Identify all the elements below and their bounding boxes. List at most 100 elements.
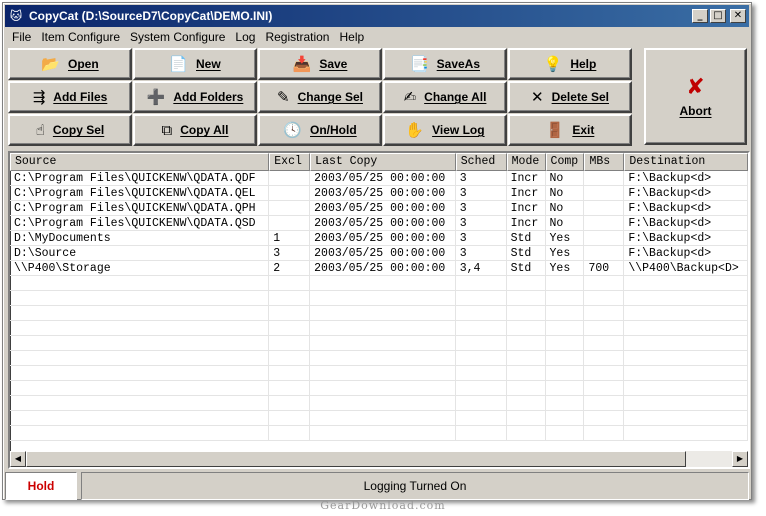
column-header-mode[interactable]: Mode xyxy=(506,153,546,171)
cell-last-copy: 2003/05/25 00:00:00 xyxy=(310,186,456,200)
copy-all-button[interactable]: ⧉ Copy All xyxy=(133,114,257,146)
column-header-comp[interactable]: Comp xyxy=(545,153,585,171)
cell-mode xyxy=(507,396,546,410)
scrollbar-thumb[interactable] xyxy=(26,451,686,467)
cell-excl xyxy=(269,366,311,380)
copy-sel-button[interactable]: ☝ Copy Sel xyxy=(8,114,132,146)
table-row xyxy=(10,276,748,291)
cell-destination: F:\Backup<d> xyxy=(624,201,748,215)
menu-file[interactable]: File xyxy=(7,30,36,44)
cell-destination xyxy=(624,276,748,290)
hand-icon: ✋ xyxy=(405,121,425,139)
open-button[interactable]: 📂 Open xyxy=(8,48,132,80)
menu-registration[interactable]: Registration xyxy=(260,30,334,44)
cell-excl xyxy=(269,216,311,230)
exit-door-icon: 🚪 xyxy=(545,121,565,139)
cell-last-copy xyxy=(310,381,456,395)
cell-mode: Incr xyxy=(507,216,546,230)
cell-excl xyxy=(269,351,311,365)
column-header-sched[interactable]: Sched xyxy=(455,153,507,171)
exit-button[interactable]: 🚪 Exit xyxy=(508,114,632,146)
status-message: Logging Turned On xyxy=(81,472,749,500)
cell-sched: 3 xyxy=(456,171,507,185)
add-files-button[interactable]: ⇶ Add Files xyxy=(8,81,132,113)
cell-comp xyxy=(546,336,585,350)
table-row xyxy=(10,426,748,441)
add-folders-button[interactable]: ➕ Add Folders xyxy=(133,81,257,113)
cell-source: C:\Program Files\QUICKENW\QDATA.QEL xyxy=(10,186,270,200)
table-row[interactable]: D:\Source 3 2003/05/25 00:00:00 3 Std Yes F:\B… xyxy=(10,246,748,261)
cell-excl xyxy=(269,306,311,320)
menu-system-configure[interactable]: System Configure xyxy=(125,30,230,44)
table-row[interactable]: C:\Program Files\QUICKENW\QDATA.QPH 2003/… xyxy=(10,201,748,216)
column-header-last-copy[interactable]: Last Copy xyxy=(310,153,456,171)
column-header-excl[interactable]: Excl xyxy=(269,153,311,171)
table-row[interactable]: C:\Program Files\QUICKENW\QDATA.QDF 2003/… xyxy=(10,171,748,186)
menu-item-configure[interactable]: Item Configure xyxy=(36,30,125,44)
cell-last-copy: 2003/05/25 00:00:00 xyxy=(310,216,456,230)
add-files-icon: ⇶ xyxy=(32,88,46,106)
cell-destination: F:\Backup<d> xyxy=(624,216,748,230)
save-button-label: Save xyxy=(319,57,348,71)
table-row[interactable]: D:\MyDocuments 1 2003/05/25 00:00:00 3 Std Ye… xyxy=(10,231,748,246)
cell-comp xyxy=(546,306,585,320)
cell-excl xyxy=(269,426,311,440)
horizontal-scrollbar[interactable]: ◀ ▶ xyxy=(10,451,748,467)
cell-sched: 3 xyxy=(456,246,507,260)
change-all-button[interactable]: ✍ Change All xyxy=(383,81,507,113)
cell-excl xyxy=(269,171,311,185)
cell-excl xyxy=(269,186,311,200)
hold-status-indicator: Hold xyxy=(5,472,77,500)
abort-button[interactable]: ✘ Abort xyxy=(644,48,747,145)
scrollbar-track[interactable] xyxy=(26,451,732,467)
column-header-mbs[interactable]: MBs xyxy=(584,153,625,171)
cell-sched xyxy=(456,306,507,320)
cell-mode: Incr xyxy=(507,186,546,200)
menu-log[interactable]: Log xyxy=(230,30,260,44)
scroll-left-arrow-icon[interactable]: ◀ xyxy=(10,451,26,467)
cell-comp xyxy=(546,276,585,290)
save-button[interactable]: 📥 Save xyxy=(258,48,382,80)
view-log-button[interactable]: ✋ View Log xyxy=(383,114,507,146)
add-files-button-label: Add Files xyxy=(53,90,108,104)
help-button[interactable]: 💡 Help xyxy=(508,48,632,80)
menu-help[interactable]: Help xyxy=(334,30,369,44)
cell-sched xyxy=(456,426,507,440)
cell-sched xyxy=(456,351,507,365)
change-sel-button[interactable]: ✎ Change Sel xyxy=(258,81,382,113)
table-row[interactable]: \\P400\Storage 2 2003/05/25 00:00:00 3,4 Std… xyxy=(10,261,748,276)
watermark: GearDownload.com xyxy=(320,499,446,512)
cell-source xyxy=(10,321,270,335)
cell-source xyxy=(10,381,270,395)
cell-mbs: 700 xyxy=(584,261,625,275)
delete-sel-button[interactable]: ✕ Delete Sel xyxy=(508,81,632,113)
table-row[interactable]: C:\Program Files\QUICKENW\QDATA.QEL 2003/… xyxy=(10,186,748,201)
copy-sel-button-label: Copy Sel xyxy=(52,123,105,137)
maximize-button[interactable]: □ xyxy=(710,9,726,23)
close-button[interactable]: ✕ xyxy=(730,9,746,23)
column-header-destination[interactable]: Destination xyxy=(624,153,748,171)
title-bar[interactable]: 🐱 CopyCat (D:\SourceD7\CopyCat\DEMO.INI)… xyxy=(5,5,749,27)
new-button-label: New xyxy=(196,57,221,71)
cell-mbs xyxy=(584,306,625,320)
cell-mbs xyxy=(584,201,625,215)
status-bar: Hold Logging Turned On xyxy=(5,472,749,500)
cell-destination xyxy=(624,366,748,380)
onhold-button[interactable]: 🕓 On/Hold xyxy=(258,114,382,146)
column-header-source[interactable]: Source xyxy=(10,153,270,171)
cell-mbs xyxy=(584,411,625,425)
cell-excl xyxy=(269,276,311,290)
saveas-button[interactable]: 📑 SaveAs xyxy=(383,48,507,80)
cell-mode xyxy=(507,321,546,335)
cell-source xyxy=(10,351,270,365)
new-button[interactable]: 📄 New xyxy=(133,48,257,80)
cell-mode xyxy=(507,411,546,425)
scroll-right-arrow-icon[interactable]: ▶ xyxy=(732,451,748,467)
cell-mbs xyxy=(584,351,625,365)
cell-source xyxy=(10,366,270,380)
open-folder-icon: 📂 xyxy=(41,55,60,73)
minimize-button[interactable]: _ xyxy=(692,9,708,23)
table-row[interactable]: C:\Program Files\QUICKENW\QDATA.QSD 2003/… xyxy=(10,216,748,231)
backup-items-list[interactable]: Source Excl Last Copy Sched Mode Comp MB… xyxy=(8,151,750,469)
copycat-app-icon: 🐱 xyxy=(9,9,23,23)
